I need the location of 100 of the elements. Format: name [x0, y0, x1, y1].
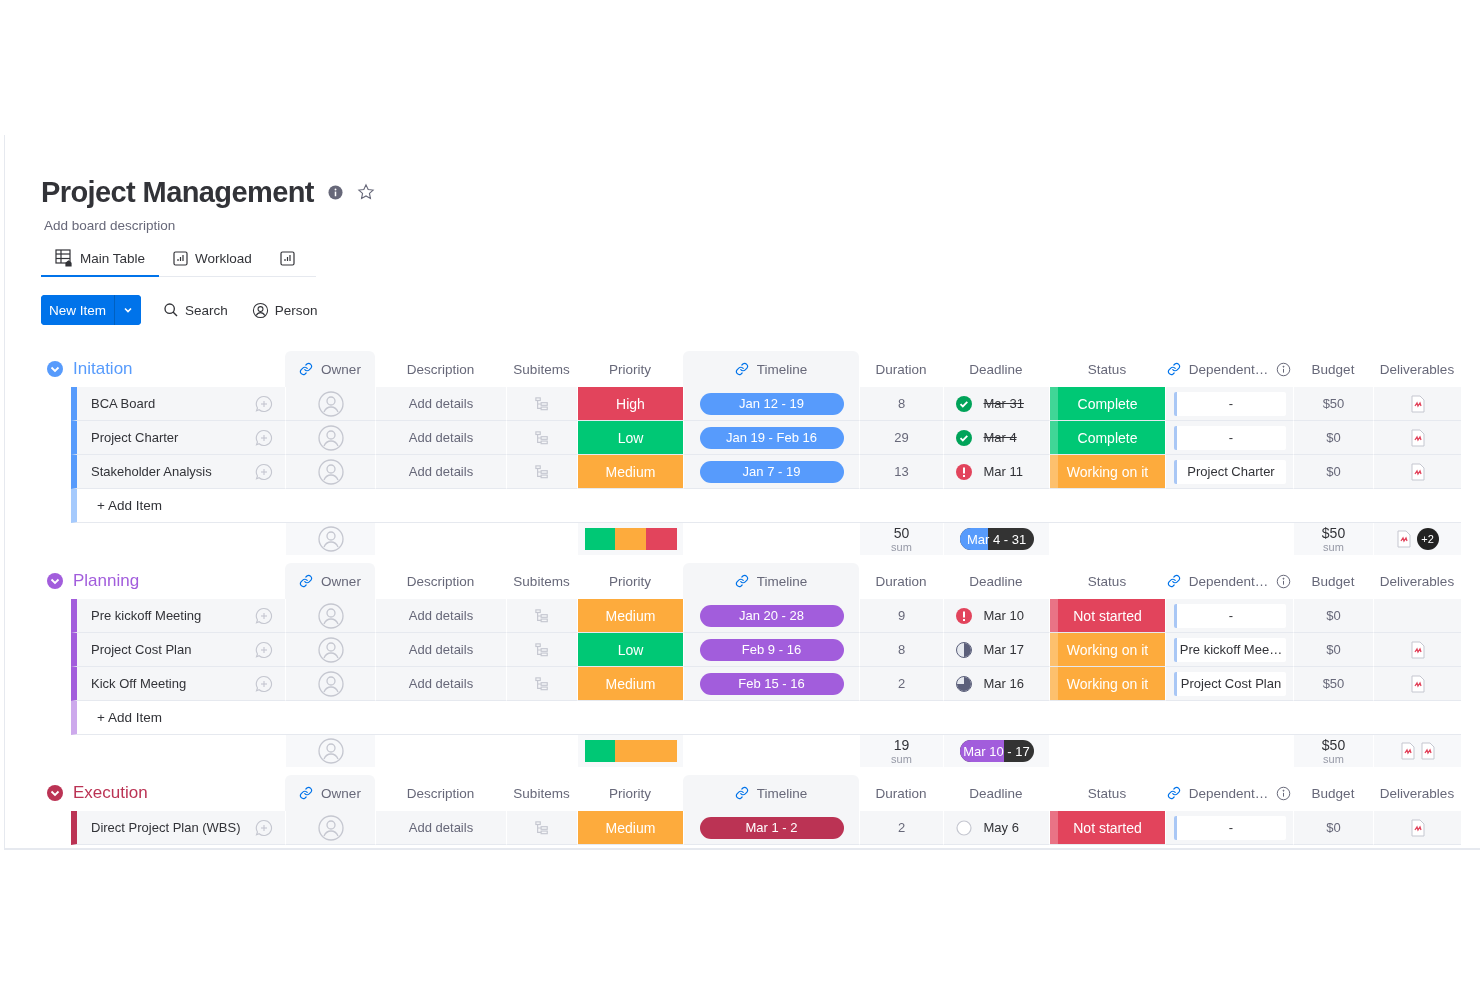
add-update-icon[interactable] [255, 394, 273, 413]
column-header: Description [406, 573, 475, 589]
file-icon[interactable] [1410, 640, 1425, 659]
file-icon[interactable] [1400, 742, 1415, 760]
column-header: Description [406, 785, 475, 801]
file-icon[interactable] [1396, 530, 1411, 548]
subitems-icon[interactable] [535, 642, 549, 657]
description-cell[interactable]: Add details [375, 455, 506, 489]
group-title[interactable]: Initation [71, 359, 285, 379]
info-icon[interactable] [1276, 361, 1292, 377]
person-icon [251, 301, 269, 319]
description-cell[interactable]: Add details [375, 811, 506, 845]
item-name[interactable]: Kick Off Meeting [91, 676, 187, 691]
item-name[interactable]: Project Charter [91, 430, 179, 445]
add-update-icon[interactable] [255, 640, 273, 659]
timeline-pill[interactable]: Feb 15 - 16 [699, 672, 844, 695]
add-update-icon[interactable] [255, 462, 273, 481]
collapse-toggle-icon[interactable] [47, 785, 63, 801]
add-update-icon[interactable] [255, 428, 273, 447]
person-avatar-icon[interactable] [317, 636, 344, 663]
person-avatar-icon[interactable] [317, 390, 344, 417]
file-icon[interactable] [1410, 462, 1425, 481]
subitems-icon[interactable] [535, 396, 549, 411]
subitems-icon[interactable] [535, 608, 549, 623]
person-avatar-icon[interactable] [317, 670, 344, 697]
timeline-pill[interactable]: Jan 19 - Feb 16 [699, 426, 844, 449]
search-button[interactable]: Search [161, 296, 230, 324]
add-update-icon[interactable] [255, 818, 273, 837]
budget-sum: $50 [1321, 525, 1346, 541]
search-icon [163, 302, 179, 318]
description-cell[interactable]: Add details [375, 599, 506, 633]
person-avatar-icon[interactable] [317, 458, 344, 485]
dependency-field[interactable]: - [1173, 603, 1286, 628]
add-update-icon[interactable] [255, 674, 273, 693]
new-item-button[interactable]: New Item [41, 295, 115, 325]
collapse-toggle-icon[interactable] [47, 361, 63, 377]
person-filter-button[interactable]: Person [249, 296, 320, 324]
subitems-icon[interactable] [535, 464, 549, 479]
view-tab[interactable]: Workload [159, 241, 266, 277]
add-item-row[interactable]: + Add Item [71, 701, 1461, 735]
dependency-field[interactable]: - [1173, 425, 1286, 450]
column-header: Priority [609, 573, 651, 589]
description-cell[interactable]: Add details [375, 387, 506, 421]
column-header: Status [1087, 361, 1127, 377]
more-files-badge[interactable]: +2 [1416, 528, 1439, 550]
file-icon[interactable] [1410, 674, 1425, 693]
description-cell[interactable]: Add details [375, 667, 506, 701]
file-icon[interactable] [1410, 394, 1425, 413]
person-avatar-icon[interactable] [317, 602, 344, 629]
subitems-icon[interactable] [535, 430, 549, 445]
subitems-icon[interactable] [535, 676, 549, 691]
link-icon [299, 786, 314, 800]
status-label[interactable]: Not started [1049, 811, 1165, 845]
board-description[interactable]: Add board description [44, 218, 1480, 233]
sum-caption: sum [1323, 752, 1344, 765]
timeline-pill[interactable]: Mar 1 - 2 [699, 816, 844, 839]
subitems-icon[interactable] [535, 820, 549, 835]
description-cell[interactable]: Add details [375, 633, 506, 667]
add-update-icon[interactable] [255, 606, 273, 625]
timeline-pill[interactable]: Jan 7 - 19 [699, 460, 844, 483]
dependency-field[interactable]: Project Cost Plan [1173, 671, 1286, 696]
dependency-field[interactable]: - [1173, 815, 1286, 840]
deadline-date: Mar 10 [983, 608, 1024, 623]
chart-icon [173, 250, 189, 266]
group-title[interactable]: Execution [71, 783, 285, 803]
column-header: Owner [321, 361, 361, 377]
column-header: Budget [1311, 573, 1355, 589]
person-avatar-icon[interactable] [317, 526, 344, 552]
deadline-date: Mar 4 [983, 430, 1017, 445]
status-label[interactable]: Not started [1049, 599, 1165, 633]
info-icon[interactable] [1276, 785, 1292, 801]
link-icon [734, 786, 749, 800]
star-icon[interactable] [356, 183, 375, 201]
deadline-date: Mar 17 [983, 642, 1024, 657]
deadline-date: Mar 16 [983, 676, 1024, 691]
column-header: Subitems [513, 573, 570, 589]
person-avatar-icon[interactable] [317, 424, 344, 451]
timeline-pill[interactable]: Jan 12 - 19 [699, 392, 844, 415]
file-icon[interactable] [1420, 742, 1435, 760]
timeline-pill[interactable]: Feb 9 - 16 [699, 638, 844, 661]
column-header: Priority [609, 785, 651, 801]
group-title[interactable]: Planning [71, 571, 285, 591]
person-avatar-icon[interactable] [317, 814, 344, 841]
view-tab[interactable]: Main Table [41, 241, 160, 277]
description-cell[interactable]: Add details [375, 421, 506, 455]
person-avatar-icon[interactable] [317, 738, 344, 764]
item-name[interactable]: BCA Board [91, 396, 156, 411]
dependency-field[interactable]: - [1173, 391, 1286, 416]
timeline-pill[interactable]: Jan 20 - 28 [699, 604, 844, 627]
column-header: Timeline [756, 785, 808, 801]
priority-label[interactable]: High [577, 387, 683, 421]
info-icon[interactable] [1276, 573, 1292, 589]
file-icon[interactable] [1410, 428, 1425, 447]
column-header: Budget [1311, 361, 1355, 377]
dependency-field[interactable]: Project Charter [1173, 459, 1286, 484]
add-item-row[interactable]: + Add Item [71, 489, 1461, 523]
dependency-field[interactable]: Pre kickoff Mee… [1173, 637, 1286, 662]
file-icon[interactable] [1410, 818, 1425, 837]
info-icon[interactable] [327, 184, 343, 200]
collapse-toggle-icon[interactable] [47, 573, 63, 589]
